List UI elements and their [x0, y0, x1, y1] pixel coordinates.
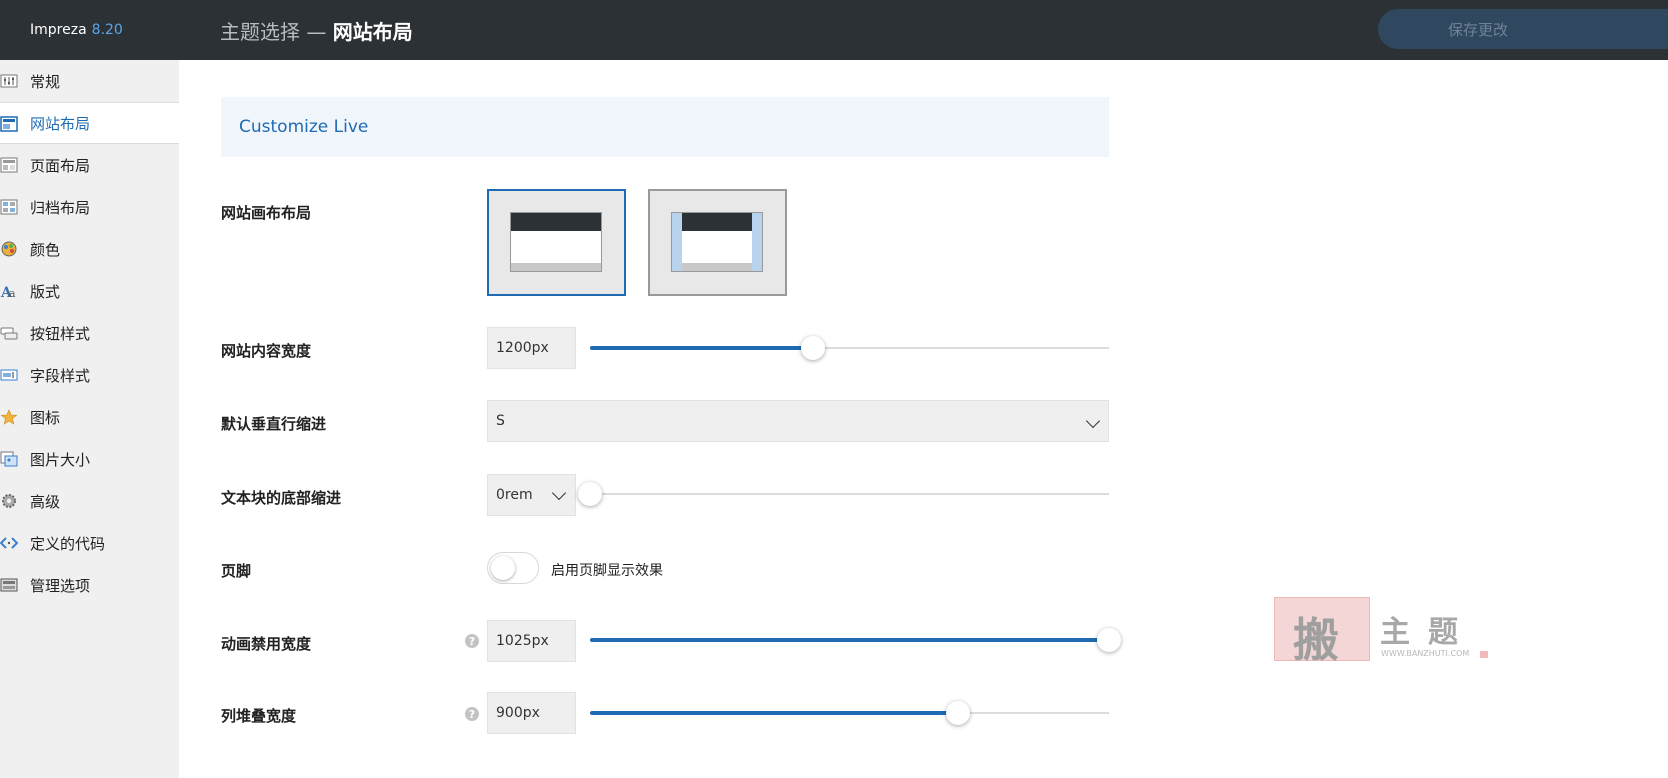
watermark-text: 主题 [1380, 615, 1476, 650]
button-style-icon [0, 327, 18, 340]
svg-text:a: a [9, 287, 16, 299]
customize-live-banner[interactable]: Customize Live [221, 97, 1109, 157]
watermark-logo: 搬 主题 WWW.BANZHUTI.COM [1274, 597, 1494, 667]
sidebar-item-label: 页面布局 [30, 156, 91, 175]
page-layout-icon [0, 157, 18, 173]
footer-reveal-text: 启用页脚显示效果 [551, 563, 663, 579]
sidebar-item-field-styles[interactable]: 字段样式 [0, 354, 179, 396]
sidebar-item-label: 高级 [30, 492, 61, 511]
watermark-seal: 搬 [1274, 597, 1370, 667]
customize-live-link[interactable]: Customize Live [239, 117, 368, 137]
watermark-dot [1480, 651, 1488, 658]
animation-disable-width-input[interactable]: 1025px [487, 620, 576, 662]
content-width-slider[interactable] [590, 336, 1109, 360]
wide-layout-preview [510, 212, 602, 272]
save-changes-button[interactable]: 保存更改 [1378, 9, 1668, 49]
sidebar-item-label: 归档布局 [30, 198, 91, 217]
row-indent-value: S [496, 413, 505, 429]
slider-handle[interactable] [946, 701, 971, 725]
sidebar-item-page-layout[interactable]: 页面布局 [0, 144, 179, 186]
content-width-input[interactable]: 1200px [487, 327, 576, 369]
row-indent-label: 默认垂直行缩进 [221, 415, 327, 433]
row-indent-select[interactable]: S [487, 400, 1109, 442]
sidebar-item-icons[interactable]: 图标 [0, 396, 179, 438]
sidebar-item-label: 图标 [30, 408, 61, 427]
content-width-label: 网站内容宽度 [221, 342, 312, 360]
footer-reveal-toggle[interactable] [487, 552, 539, 584]
sidebar-item-label: 字段样式 [30, 366, 91, 385]
sliders-icon [0, 74, 18, 88]
sidebar-item-label: 图片大小 [30, 450, 91, 469]
help-icon[interactable]: ? [465, 634, 479, 648]
layout-option-wide[interactable] [487, 189, 626, 296]
sidebar-item-custom-code[interactable]: 定义的代码 [0, 522, 179, 564]
typography-icon: Aa [0, 285, 16, 299]
slider-handle[interactable] [578, 482, 602, 506]
sidebar-item-label: 按钮样式 [30, 324, 91, 343]
toggle-knob [491, 556, 515, 580]
text-bottom-indent-value: 0rem [496, 487, 533, 503]
sidebar-item-label: 常规 [30, 72, 61, 91]
animation-disable-width-label: 动画禁用宽度 [221, 635, 312, 653]
watermark-url: WWW.BANZHUTI.COM [1381, 649, 1470, 658]
slider-handle[interactable] [1097, 628, 1121, 652]
sidebar-item-label: 版式 [30, 282, 61, 301]
sidebar-item-label: 管理选项 [30, 576, 91, 595]
text-bottom-indent-slider[interactable] [578, 482, 1109, 506]
column-stack-width-input[interactable]: 900px [487, 692, 576, 734]
sidebar-item-site-layout[interactable]: 网站布局 [0, 102, 179, 144]
sidebar-item-label: 定义的代码 [30, 534, 106, 553]
sidebar-item-button-styles[interactable]: 按钮样式 [0, 312, 179, 354]
manage-icon [0, 578, 18, 592]
sidebar-item-image-sizes[interactable]: 图片大小 [0, 438, 179, 480]
slider-fill [590, 638, 1109, 642]
chevron-down-icon [551, 485, 567, 501]
layout-option-boxed[interactable] [648, 189, 787, 296]
footer-label: 页脚 [221, 562, 252, 580]
column-stack-width-label: 列堆叠宽度 [221, 707, 297, 725]
sidebar-item-manage-options[interactable]: 管理选项 [0, 564, 179, 606]
archive-layout-icon [0, 199, 18, 215]
top-bar: 主题选择 — 网站布局 保存更改 [179, 0, 1668, 60]
watermark-char: 搬 [1293, 613, 1339, 667]
slider-fill [590, 711, 959, 715]
gear-icon [2, 494, 16, 508]
column-stack-width-slider[interactable] [590, 701, 1109, 725]
sidebar-item-colors[interactable]: 颜色 [0, 228, 179, 270]
slider-handle[interactable] [801, 336, 826, 360]
sidebar: Impreza 8.20 常规 网站布局 页面布局 归档布局 颜色 Aa 版式 [0, 0, 179, 778]
text-bottom-indent-label: 文本块的底部缩进 [221, 489, 342, 507]
sidebar-nav: 常规 网站布局 页面布局 归档布局 颜色 Aa 版式 按钮样式 字段样式 图标 … [0, 60, 179, 606]
sidebar-item-label: 网站布局 [30, 114, 91, 133]
sidebar-item-archive-layout[interactable]: 归档布局 [0, 186, 179, 228]
help-icon[interactable]: ? [465, 707, 479, 721]
field-style-icon [0, 369, 18, 381]
sidebar-item-general[interactable]: 常规 [0, 60, 179, 102]
sidebar-item-advanced[interactable]: 高级 [0, 480, 179, 522]
page-title-prefix: 主题选择 — [220, 20, 333, 44]
sidebar-item-label: 颜色 [30, 240, 61, 259]
page-title-main: 网站布局 [332, 20, 413, 44]
color-palette-icon [1, 241, 17, 257]
code-icon [0, 537, 18, 549]
page-title: 主题选择 — 网站布局 [220, 16, 413, 45]
boxed-layout-preview [671, 212, 763, 272]
sidebar-item-typography[interactable]: Aa 版式 [0, 270, 179, 312]
chevron-down-icon [1085, 413, 1101, 429]
layout-icon [0, 116, 18, 132]
app-version: 8.20 [91, 22, 123, 38]
app-name: Impreza [30, 22, 87, 38]
text-bottom-indent-select[interactable]: 0rem [487, 474, 576, 516]
animation-disable-width-slider[interactable] [590, 628, 1121, 652]
brand: Impreza 8.20 [0, 0, 179, 60]
image-size-icon [0, 451, 18, 467]
canvas-layout-label: 网站画布布局 [221, 204, 312, 222]
star-icon [0, 409, 18, 425]
slider-fill [590, 346, 814, 350]
